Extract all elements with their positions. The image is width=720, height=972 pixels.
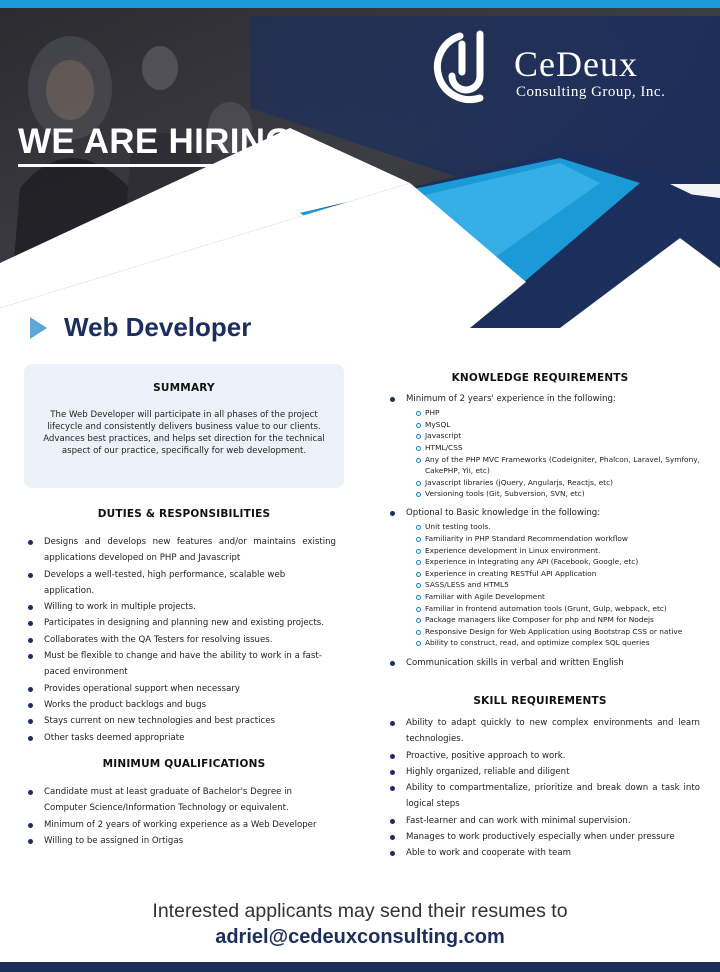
list-item: PHP [416,407,700,419]
knowledge-group2-sublist: Unit testing tools. Familiarity in PHP S… [406,521,700,649]
list-item: Designs and develops new features and/or… [26,534,336,567]
list-item: Works the product backlogs and bugs [26,697,336,713]
knowledge-list: Minimum of 2 years' experience in the fo… [388,391,700,671]
list-item: Package managers like Composer for php a… [416,614,700,626]
skills-list: Ability to adapt quickly to new complex … [388,715,700,862]
list-item: Ability to compartmentalize, prioritize … [388,780,700,813]
list-item: SASS/LESS and HTML5 [416,579,700,591]
list-item: Javascript libraries (jQuery, Angularjs,… [416,477,700,489]
qualifications-heading: MINIMUM QUALIFICATIONS [102,758,266,770]
list-item: Unit testing tools. [416,521,700,533]
apply-instructions: Interested applicants may send their res… [152,900,568,922]
list-item: Minimum of 2 years' experience in the fo… [388,391,700,500]
job-title: Web Developer [64,312,252,342]
list-item: Responsive Design for Web Application us… [416,626,700,638]
knowledge-group1-sublist: PHP MySQL Javascript HTML/CSS Any of the… [406,407,700,500]
list-item: Familiar with Agile Development [416,591,700,603]
list-item: Experience in integrating any API (Faceb… [416,556,700,568]
list-item: Communication skills in verbal and writt… [388,655,700,671]
skills-heading: SKILL REQUIREMENTS [473,695,607,707]
bottom-accent-bar [0,962,720,972]
company-logo: CeDeux Consulting Group, Inc. [432,26,702,108]
duties-heading: DUTIES & RESPONSIBILITIES [97,508,271,520]
list-item: Provides operational support when necess… [26,681,336,697]
list-item: Candidate must at least graduate of Bach… [26,784,336,817]
hiring-headline: WE ARE HIRING. [18,122,303,167]
list-item: MySQL [416,419,700,431]
duties-list: Designs and develops new features and/or… [26,534,336,746]
knowledge-group2-label: Optional to Basic knowledge in the follo… [406,508,601,519]
list-item: Able to work and cooperate with team [388,845,700,861]
list-item: Experience development in Linux environm… [416,545,700,557]
list-item: Javascript [416,430,700,442]
list-item: Familiarity in PHP Standard Recommendati… [416,533,700,545]
logo-company-name: CeDeux [514,44,638,84]
logo-company-subtitle: Consulting Group, Inc. [516,84,666,100]
list-item: Must be flexible to change and have the … [26,648,336,681]
qualifications-list: Candidate must at least graduate of Bach… [26,784,336,849]
list-item: Other tasks deemed appropriate [26,730,336,746]
list-item: HTML/CSS [416,442,700,454]
knowledge-heading: KNOWLEDGE REQUIREMENTS [451,372,629,384]
list-item: Highly organized, reliable and diligent [388,764,700,780]
list-item: Familiar in frontend automation tools (G… [416,603,700,615]
contact-email-link[interactable]: adriel@cedeuxconsulting.com [0,924,720,950]
list-item: Collaborates with the QA Testers for res… [26,632,336,648]
list-item: Any of the PHP MVC Frameworks (Codeignit… [416,454,700,477]
list-item: Fast-learner and can work with minimal s… [388,813,700,829]
summary-heading: SUMMARY [153,382,215,394]
title-arrow-icon [30,317,47,339]
list-item: Proactive, positive approach to work. [388,748,700,764]
list-item: Optional to Basic knowledge in the follo… [388,505,700,649]
top-accent-bar [0,0,720,8]
list-item: Participates in designing and planning n… [26,615,336,631]
list-item: Minimum of 2 years of working experience… [26,817,336,833]
list-item: Versioning tools (Git, Subversion, SVN, … [416,488,700,500]
list-item: Experience in creating RESTful API Appli… [416,568,700,580]
summary-text: The Web Developer will participate in al… [43,410,325,456]
logo-mark-icon [433,30,484,104]
knowledge-group1-label: Minimum of 2 years' experience in the fo… [406,394,616,404]
list-item: Stays current on new technologies and be… [26,713,336,729]
list-item: Ability to construct, read, and optimize… [416,637,700,649]
list-item: Willing to be assigned in Ortigas [26,833,336,849]
list-item: Willing to work in multiple projects. [26,599,336,615]
list-item: Develops a well-tested, high performance… [26,567,336,600]
list-item: Ability to adapt quickly to new complex … [388,715,700,748]
list-item: Manages to work productively especially … [388,829,700,845]
